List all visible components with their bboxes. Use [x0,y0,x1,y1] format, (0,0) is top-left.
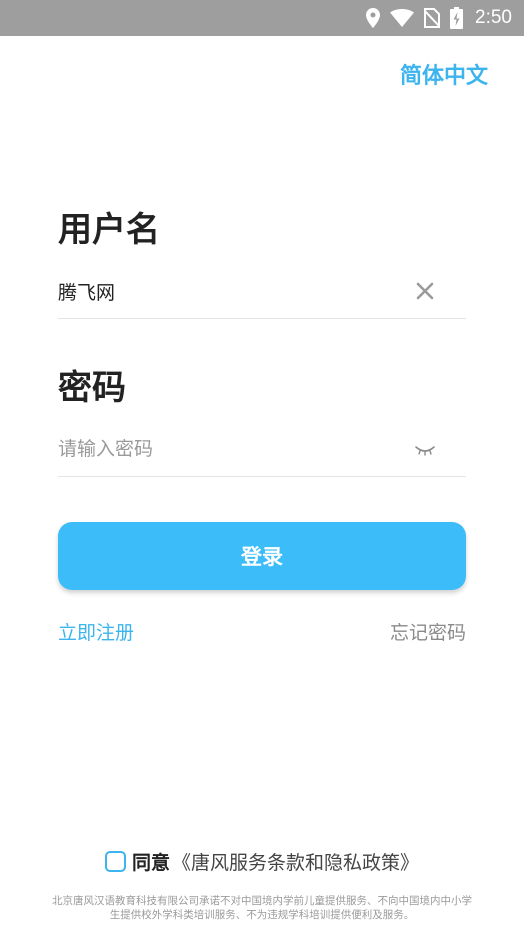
agree-label: 同意 [131,852,170,874]
password-input[interactable] [58,428,398,470]
username-input[interactable] [58,270,398,312]
battery-charging-icon [450,7,464,29]
status-icons: 2:50 [366,0,512,36]
wifi-icon [390,9,415,27]
footer-note: 北京唐风汉语教育科技有限公司承诺不对中国境内学前儿童提供服务、不向中国境内中小学… [52,895,472,921]
password-field [58,428,466,477]
policy-link[interactable]: 《唐风服务条款和隐私政策》 [172,848,419,875]
username-field [58,270,466,319]
username-label: 用户名 [58,210,160,250]
forgot-password-link[interactable]: 忘记密码 [390,618,466,645]
agreement-row: 同意 《唐风服务条款和隐私政策》 [0,848,524,875]
login-button[interactable]: 登录 [58,522,466,590]
agree-checkbox[interactable] [104,851,126,872]
language-selector[interactable]: 简体中文 [400,58,488,90]
location-icon [366,8,381,28]
status-time: 2:50 [475,7,512,28]
no-sim-icon [424,8,441,28]
password-label: 密码 [58,368,126,408]
register-link[interactable]: 立即注册 [58,618,134,645]
status-bar: 2:50 [0,0,524,36]
close-icon[interactable] [414,280,436,302]
eye-closed-icon[interactable] [414,438,436,460]
